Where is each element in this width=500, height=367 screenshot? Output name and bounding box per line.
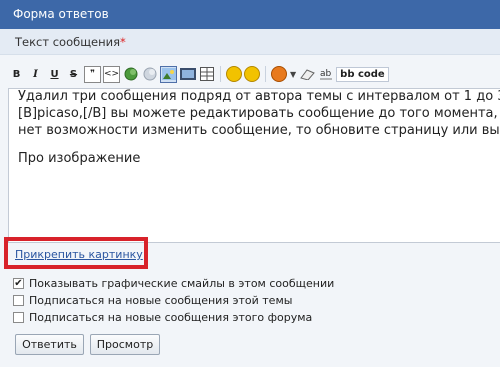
spellcheck-icon: ab <box>319 69 332 80</box>
checkbox-show-smilies[interactable]: ✔ <box>13 278 24 289</box>
option-label: Показывать графические смайлы в этом соо… <box>29 277 335 290</box>
checkbox-subscribe-forum[interactable] <box>13 312 24 323</box>
unlink-icon <box>143 67 156 81</box>
message-label: Текст сообщения <box>15 35 121 49</box>
spellcheck-button[interactable]: ab <box>317 66 334 83</box>
editor-toolbar: B I U S ❞ <> ▼ ab bb code <box>8 60 389 88</box>
underline-button[interactable]: U <box>46 66 63 83</box>
form-title: Форма ответов <box>13 7 109 21</box>
required-mark: * <box>120 35 126 49</box>
toolbar-divider <box>265 66 266 82</box>
message-line: [B]picaso,[/B] вы можете редактировать с… <box>18 106 500 121</box>
image-icon <box>161 68 176 80</box>
option-label: Подписаться на новые сообщения этой темы <box>29 294 293 307</box>
strikethrough-button[interactable]: S <box>65 66 82 83</box>
message-line: нет возможности изменить сообщение, то о… <box>18 123 500 138</box>
checkbox-subscribe-topic[interactable] <box>13 295 24 306</box>
chevron-down-icon[interactable]: ▼ <box>290 70 296 79</box>
bold-button[interactable]: B <box>8 66 25 83</box>
unlink-button[interactable] <box>141 66 158 83</box>
bbcode-toggle[interactable]: bb code <box>336 66 389 82</box>
message-line: Про изображение <box>18 151 141 166</box>
smiley-wink-icon[interactable] <box>244 66 260 82</box>
emoji-menu-icon[interactable] <box>271 66 287 82</box>
quote-button[interactable]: ❞ <box>84 65 101 83</box>
option-subscribe-forum[interactable]: Подписаться на новые сообщения этого фор… <box>13 311 312 324</box>
option-subscribe-topic[interactable]: Подписаться на новые сообщения этой темы <box>13 294 292 307</box>
image-button[interactable] <box>160 65 177 83</box>
italic-button[interactable]: I <box>27 66 44 83</box>
eraser-icon <box>299 69 315 80</box>
option-show-smilies[interactable]: ✔ Показывать графические смайлы в этом с… <box>13 277 334 290</box>
message-textarea[interactable]: Удалил три сообщения подряд от автора те… <box>8 88 500 243</box>
media-button[interactable] <box>179 66 196 83</box>
option-label: Подписаться на новые сообщения этого фор… <box>29 311 313 324</box>
reply-button[interactable]: Ответить <box>15 334 84 355</box>
eraser-button[interactable] <box>298 66 315 83</box>
media-icon <box>179 68 196 80</box>
toolbar-divider <box>220 66 221 82</box>
table-button[interactable] <box>198 66 215 83</box>
link-button[interactable] <box>122 66 139 83</box>
table-icon <box>199 67 214 81</box>
svg-text:ab: ab <box>320 69 332 79</box>
smiley-icon[interactable] <box>226 66 242 82</box>
attach-image-link[interactable]: Прикрепить картинку <box>15 248 143 261</box>
code-button[interactable]: <> <box>103 65 120 83</box>
preview-button[interactable]: Просмотр <box>90 334 160 355</box>
message-label-bar: Текст сообщения* <box>0 29 500 55</box>
link-icon <box>124 67 137 81</box>
message-line: Удалил три сообщения подряд от автора те… <box>18 89 500 104</box>
form-header: Форма ответов <box>0 0 500 29</box>
